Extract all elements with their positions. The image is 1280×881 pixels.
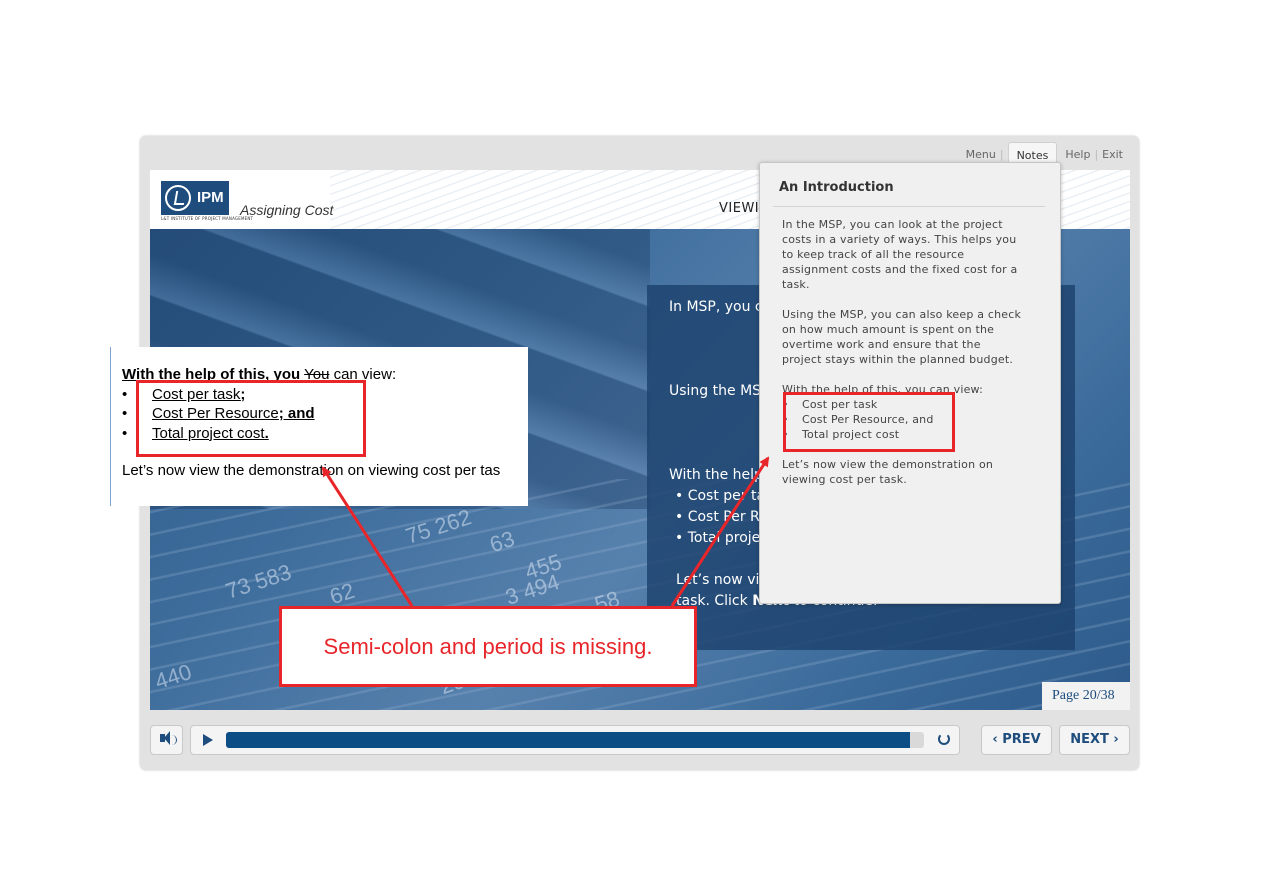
lt-logo-icon xyxy=(165,185,191,211)
help-link[interactable]: Help xyxy=(1065,142,1090,166)
notes-paragraph-1: In the MSP, you can look at the project … xyxy=(782,218,1018,291)
doc-closing: Let’s now view the demonstration on view… xyxy=(122,462,501,479)
annotation-callout: Semi-colon and period is missing. xyxy=(279,606,697,687)
nav-separator: | xyxy=(1094,148,1099,161)
play-icon[interactable] xyxy=(203,734,213,746)
next-button[interactable]: NEXT › xyxy=(1059,725,1130,755)
speaker-icon xyxy=(160,731,170,745)
notes-body: In the MSP, you can look at the project … xyxy=(782,217,1022,502)
annotation-box-doc xyxy=(136,380,366,457)
seek-bar xyxy=(190,725,960,755)
prev-button[interactable]: ‹ PREV xyxy=(981,725,1052,755)
prev-label: PREV xyxy=(1002,732,1041,747)
notes-closing: Let’s now view the demonstration on view… xyxy=(782,458,994,486)
notes-divider xyxy=(773,206,1045,207)
progress-fill xyxy=(226,732,911,748)
replay-icon[interactable] xyxy=(938,733,950,745)
volume-button[interactable] xyxy=(150,725,183,755)
annotation-box-notes xyxy=(783,392,955,452)
notes-panel: An Introduction In the MSP, you can look… xyxy=(759,162,1061,604)
progress-bar[interactable] xyxy=(226,732,924,748)
ipm-logo: IPM xyxy=(161,181,229,215)
page-number: Page 20/38 xyxy=(1042,682,1130,710)
callout-text: Semi-colon and period is missing. xyxy=(323,634,653,659)
course-title: Assigning Cost xyxy=(240,202,334,218)
logo-text: IPM xyxy=(197,189,224,206)
sound-wave-icon xyxy=(172,735,177,745)
exit-link[interactable]: Exit xyxy=(1102,142,1123,166)
next-label: NEXT xyxy=(1070,732,1109,747)
notes-title: An Introduction xyxy=(779,180,894,195)
notes-paragraph-2: Using the MSP, you can also keep a check… xyxy=(782,308,1022,366)
